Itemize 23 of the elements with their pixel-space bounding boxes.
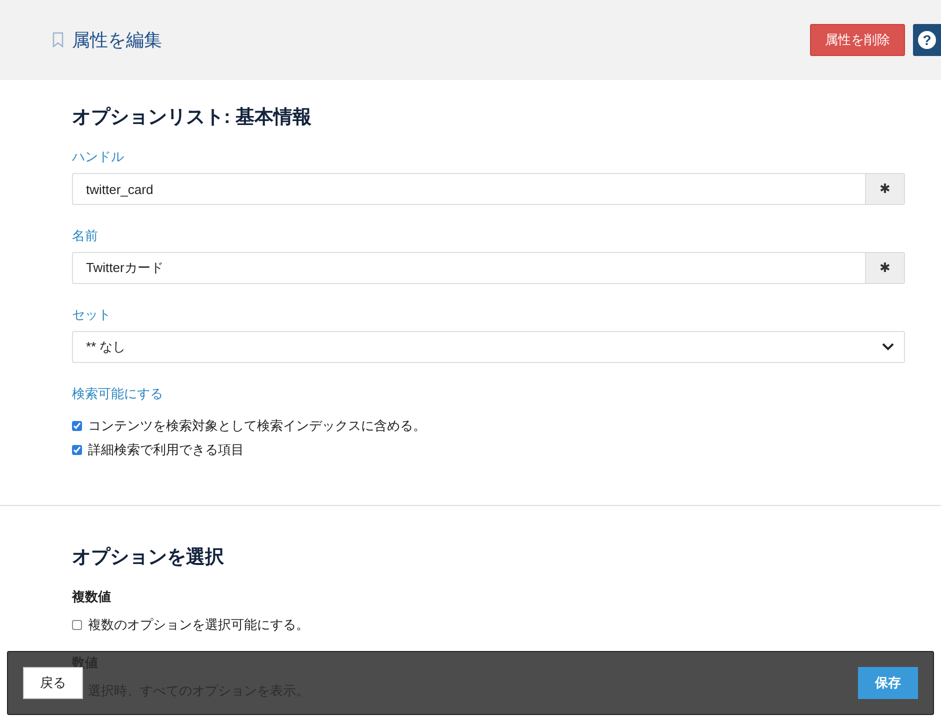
field-label: 名前 [72,227,99,245]
field-label: セット [72,306,112,324]
back-button[interactable]: 戻る [23,667,83,699]
checkbox-label: コンテンツを検索対象として検索インデックスに含める。 [88,417,426,435]
delete-button[interactable]: 属性を削除 [810,24,905,56]
required-mark: ✱ [865,253,904,283]
checkbox[interactable] [72,620,82,630]
text-field[interactable]: Twitterカード ✱ [72,252,905,284]
required-mark: ✱ [865,174,904,204]
checkbox-label: 複数のオプションを選択可能にする。 [88,616,309,634]
field-label: ハンドル [72,148,125,166]
group-heading: 複数値 [72,588,112,606]
checkbox[interactable] [72,445,82,455]
help-button[interactable]: ? [913,24,941,56]
checkbox-label: 詳細検索で利用できる項目 [88,441,244,459]
section-title: オプションを選択 [72,546,225,570]
checkbox[interactable] [72,421,82,431]
page-title: 属性を編集 [72,29,163,52]
text-field[interactable]: twitter_card ✱ [72,173,905,205]
field-label: 検索可能にする [72,385,164,403]
caret-icon [882,343,894,351]
section-title: オプションリスト: 基本情報 [72,106,313,130]
select-field[interactable]: ** なし [72,331,905,363]
